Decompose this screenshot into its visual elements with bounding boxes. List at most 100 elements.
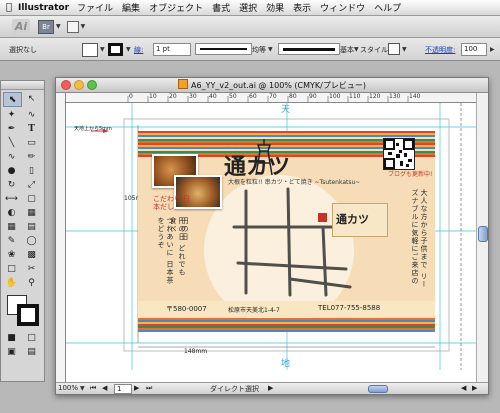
blob-brush-tool-icon[interactable]: ● (3, 164, 20, 177)
selection-tool-icon[interactable]: ⬉ (3, 92, 22, 107)
ruler-number: 30 (189, 93, 197, 100)
stroke-weight-field[interactable]: 1 pt (153, 43, 191, 56)
chevron-down-icon[interactable]: ▼ (268, 46, 273, 53)
paintbrush-tool-icon[interactable]: ∿ (3, 150, 20, 163)
bridge-button[interactable]: Br (38, 19, 54, 34)
chevron-down-icon[interactable]: ▼ (354, 46, 359, 53)
opacity-field[interactable]: 100 (461, 43, 487, 56)
vertical-scroll-thumb[interactable] (478, 226, 488, 242)
ruler-number: 130 (389, 93, 401, 100)
gradient-tool-icon[interactable]: ▤ (23, 220, 40, 233)
last-artboard-icon[interactable]: ⏭ (146, 384, 152, 393)
next-artboard-icon[interactable]: ▶ (134, 384, 139, 392)
mesh-tool-icon[interactable]: ▦ (3, 220, 20, 233)
stroke-box[interactable] (17, 304, 39, 326)
magic-wand-tool-icon[interactable]: ✦ (3, 108, 20, 121)
rotate-tool-icon[interactable]: ↻ (3, 178, 20, 191)
ruler-number: 110 (349, 93, 361, 100)
address: 松原市天美北1-4-7 (228, 307, 280, 314)
line-tool-icon[interactable]: ╲ (3, 136, 20, 149)
chevron-down-icon[interactable]: ▼ (80, 385, 85, 392)
zoom-level[interactable]: 100% (58, 384, 78, 392)
zoom-tool-icon[interactable]: ⚲ (23, 276, 40, 289)
bottom-label: 地 (281, 359, 291, 369)
menu-help[interactable]: ヘルプ (374, 1, 401, 14)
column-graph-tool-icon[interactable]: ▩ (23, 248, 40, 261)
scroll-left-icon[interactable]: ◀ (461, 384, 466, 392)
chevron-right-icon[interactable]: ▶ (490, 46, 495, 53)
menu-edit[interactable]: 編集 (122, 1, 140, 14)
chevron-down-icon[interactable]: ▼ (402, 46, 407, 53)
slice-tool-icon[interactable]: ✂ (23, 262, 40, 275)
menu-file[interactable]: ファイル (77, 1, 113, 14)
selection-status: 選択なし (9, 46, 37, 54)
ruler-number: 120 (369, 93, 381, 100)
control-panel: 選択なし ▼ ▼ 線: 1 pt 均等 ▼ 基本 ▼ スタイル : ▼ 不透明度… (0, 38, 500, 61)
rectangle-tool-icon[interactable]: ▭ (23, 136, 40, 149)
menu-type[interactable]: 書式 (212, 1, 230, 14)
status-menu-arrow-icon[interactable]: ▶ (268, 384, 273, 392)
menu-select[interactable]: 選択 (239, 1, 257, 14)
stroke-swatch[interactable] (108, 43, 123, 56)
tools-panel-header[interactable] (1, 81, 44, 90)
ruler-number: 60 (249, 93, 257, 100)
pen-tool-icon[interactable]: ✒ (3, 122, 20, 135)
prev-artboard-icon[interactable]: ◀ (102, 384, 107, 392)
ruler-number: 50 (229, 93, 237, 100)
ruler-number: 20 (169, 93, 177, 100)
eraser-tool-icon[interactable]: ▯ (23, 164, 40, 177)
width-tool-icon[interactable]: ⟷ (3, 192, 20, 205)
ruler-number: 10 (149, 93, 157, 100)
variable-width-profile[interactable] (195, 43, 252, 55)
chevron-down-icon[interactable]: ▼ (56, 23, 61, 30)
ruler-number: 140 (409, 93, 421, 100)
hand-tool-icon[interactable]: ✋ (3, 276, 20, 289)
chevron-down-icon[interactable]: ▼ (100, 46, 105, 53)
fill-swatch[interactable] (82, 43, 98, 57)
type-tool-icon[interactable]: T (23, 122, 40, 135)
draw-normal-icon[interactable]: ▣ (3, 345, 20, 358)
brush-definition[interactable] (278, 43, 340, 55)
menu-effect[interactable]: 効果 (266, 1, 284, 14)
vertical-scrollbar[interactable] (476, 93, 488, 382)
screen-mode-icon[interactable]: ▤ (23, 345, 40, 358)
menu-object[interactable]: オブジェクト (149, 1, 203, 14)
first-artboard-icon[interactable]: ⏮ (90, 384, 96, 393)
menu-view[interactable]: 表示 (293, 1, 311, 14)
fill-stroke-control[interactable] (1, 291, 44, 329)
stroke-link[interactable]: 線: (134, 45, 143, 55)
horizontal-scroll-thumb[interactable] (368, 385, 388, 393)
color-mode-icon[interactable]: ■ (3, 331, 20, 344)
none-mode-icon[interactable]: □ (23, 331, 40, 344)
graphic-style-swatch[interactable] (388, 43, 400, 55)
chevron-down-icon[interactable]: ▼ (126, 46, 131, 53)
lasso-tool-icon[interactable]: ∿ (23, 108, 40, 121)
symbol-sprayer-tool-icon[interactable]: ❀ (3, 248, 20, 261)
direct-selection-tool-icon[interactable]: ↖ (23, 92, 40, 105)
artboard-number-field[interactable]: 1 (114, 384, 132, 394)
shape-builder-tool-icon[interactable]: ◐ (3, 206, 20, 219)
chevron-down-icon[interactable]: ▼ (81, 23, 86, 30)
blend-tool-icon[interactable]: ◯ (23, 234, 40, 247)
opacity-link[interactable]: 不透明度: (425, 45, 455, 55)
horizontal-ruler[interactable]: 0 10 20 30 40 50 60 70 80 90 100 110 120… (66, 93, 476, 103)
artboard-tool-icon[interactable]: □ (3, 262, 20, 275)
pencil-tool-icon[interactable]: ✏ (23, 150, 40, 163)
illustrator-logo: Ai (12, 18, 30, 35)
vertical-copy-right: 大人な方から子供まで リーズナブルに気軽にご来店の (411, 189, 428, 289)
qr-code (383, 138, 415, 170)
menu-bar:  Illustrator ファイル 編集 オブジェクト 書式 選択 効果 表示… (0, 0, 500, 16)
app-menu[interactable]: Illustrator (18, 3, 69, 13)
flyer-artwork[interactable]: 通カツ 大根を粒粒!! 串カツ・どて焼き ~Tsutenkatsu~ ブログも更… (138, 131, 435, 332)
artboard-canvas[interactable]: 天地上から5mm 105mm 148mm 天 地 通カツ 大根を粒粒!! 串カツ… (66, 103, 476, 382)
menu-window[interactable]: ウィンドウ (320, 1, 365, 14)
perspective-grid-tool-icon[interactable]: ▦ (23, 206, 40, 219)
free-transform-tool-icon[interactable]: ▢ (23, 192, 40, 205)
scroll-right-icon[interactable]: ▶ (472, 384, 477, 392)
scale-tool-icon[interactable]: ⤢ (23, 178, 40, 191)
arrange-documents-icon[interactable] (66, 20, 79, 33)
eyedropper-tool-icon[interactable]: ✎ (3, 234, 20, 247)
vertical-ruler[interactable] (56, 93, 66, 382)
apple-menu-icon[interactable]:  (0, 2, 18, 13)
document-title-bar[interactable]: A6_YY_v2_out.ai @ 100% (CMYK/プレビュー) (56, 78, 488, 93)
